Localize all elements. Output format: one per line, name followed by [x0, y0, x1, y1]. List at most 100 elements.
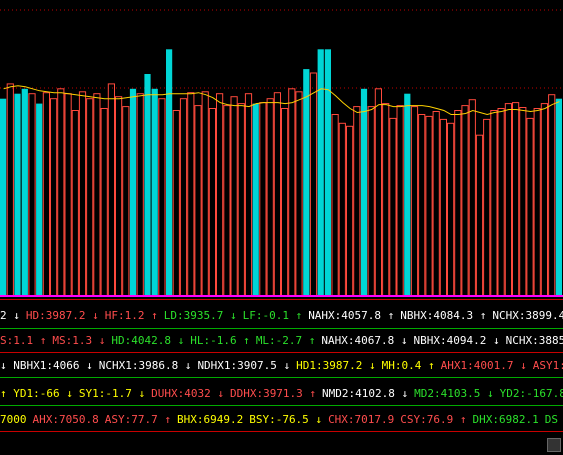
volume-bar	[107, 83, 116, 297]
volume-bar	[468, 99, 476, 297]
indicator-cell: BHX:6949.2	[176, 413, 244, 426]
volume-bar	[519, 107, 527, 297]
volume-bar	[136, 93, 144, 297]
volume-bar	[259, 102, 267, 297]
volume-bar	[548, 94, 556, 297]
indicator-cell: DS	[544, 413, 559, 426]
volume-bar	[93, 93, 101, 297]
indicator-cell: S:1.1 ↑	[0, 334, 47, 347]
volume-bar	[475, 134, 484, 297]
indicator-cell: DDHX:3971.3 ↑	[229, 387, 317, 400]
volume-bar	[158, 98, 166, 297]
volume-bar	[223, 105, 231, 297]
scroll-box[interactable]	[547, 438, 561, 452]
volume-bar	[382, 103, 390, 297]
volume-bar	[490, 110, 498, 297]
volume-bar	[166, 49, 173, 296]
volume-bar	[367, 106, 375, 297]
volume-bar	[172, 110, 180, 297]
indicator-cell: NCHX:3899.4 ↑	[492, 309, 563, 322]
volume-bar	[266, 98, 274, 297]
indicator-cell: NAHX:4057.8 ↑	[308, 309, 395, 322]
volume-bar	[410, 106, 419, 297]
indicator-cell: NCHX1:3986.8 ↓	[98, 359, 192, 372]
indicator-cell: SY1:-1.7 ↓	[78, 387, 146, 400]
indicator-cell: NBHX:4084.3 ↑	[400, 309, 487, 322]
volume-bar	[295, 91, 303, 297]
volume-bar	[281, 108, 289, 297]
indicator-cell: CSY:76.9 ↑	[400, 413, 467, 426]
volume-bar	[540, 103, 548, 297]
volume-bar	[100, 108, 108, 297]
indicator-cell: ASY1:0	[532, 359, 563, 372]
volume-chart[interactable]	[0, 0, 563, 300]
volume-bar	[28, 93, 36, 297]
volume-bar	[64, 93, 72, 297]
volume-bar	[439, 118, 447, 297]
volume-bar	[483, 118, 491, 297]
indicator-cell: HL:-1.6 ↑	[190, 334, 250, 347]
volume-bar	[404, 93, 411, 296]
volume-bar	[201, 91, 209, 297]
volume-bar	[194, 105, 202, 297]
separator	[0, 377, 563, 378]
volume-bar	[432, 111, 440, 297]
volume-bar	[497, 108, 505, 297]
volume-bar	[309, 72, 318, 297]
volume-bar	[273, 92, 281, 297]
indicator-cell: NCHX:3885.9	[505, 334, 563, 347]
volume-bar	[504, 103, 512, 297]
indicator-row-2: S:1.1 ↑ MS:1.3 ↓ HD:4042.8 ↓ HL:-1.6 ↑ ML:-2…	[0, 331, 563, 351]
volume-bar	[14, 93, 21, 296]
indicator-cell: HD1:3987.2 ↓	[296, 359, 376, 372]
volume-bar	[208, 108, 217, 297]
volume-bar	[389, 117, 397, 297]
volume-bar	[526, 117, 534, 297]
indicator-cell: ↓ NBHX1:4066 ↓	[0, 359, 93, 372]
volume-bar	[346, 125, 354, 297]
indicator-cell: CHX:7017.9	[328, 413, 395, 426]
volume-bar	[512, 102, 520, 297]
volume-bar	[418, 114, 426, 297]
volume-bar	[78, 91, 87, 297]
volume-bar	[324, 49, 331, 296]
volume-bar	[50, 98, 58, 297]
volume-bar	[21, 88, 28, 296]
indicator-row-4: ↑ YD1:-66 ↓ SY1:-1.7 ↓ DUHX:4032 ↓ DDHX:397…	[0, 384, 563, 404]
indicator-cell: ML:-2.7 ↑	[255, 334, 316, 347]
volume-bar	[461, 105, 469, 297]
chart-bars	[0, 49, 562, 297]
volume-bar	[338, 122, 346, 297]
indicator-cell: MH:0.4 ↑	[381, 359, 435, 372]
separator	[0, 352, 563, 353]
indicator-cell: NBHX:4094.2 ↓	[413, 334, 500, 347]
volume-bar	[288, 88, 296, 297]
volume-bar	[122, 106, 130, 297]
indicator-cell: LF:-0.1 ↑	[242, 309, 303, 322]
volume-bar	[0, 98, 7, 296]
volume-bar	[57, 88, 65, 297]
volume-bar	[396, 105, 404, 297]
volume-bar	[360, 88, 368, 296]
volume-bar	[533, 108, 541, 297]
indicator-cell: NDHX1:3907.5 ↓	[197, 359, 291, 372]
indicator-row-3: ↓ NBHX1:4066 ↓ NCHX1:3986.8 ↓ NDHX1:3907.5…	[0, 356, 563, 376]
volume-bar	[86, 98, 94, 297]
volume-bar	[317, 49, 324, 296]
separator	[0, 299, 563, 300]
volume-bar	[454, 110, 462, 297]
indicator-cell: BSY:-76.5 ↓	[249, 413, 323, 426]
indicator-row-1: 2 ↓ HD:3987.2 ↓ HF:1.2 ↑ LD:3935.7 ↓ LF:-0.1…	[0, 306, 563, 326]
indicator-cell: MS:1.3 ↓	[52, 334, 106, 347]
volume-bar	[144, 74, 151, 296]
volume-bar	[187, 92, 195, 297]
volume-bar	[447, 122, 455, 297]
indicator-cell: YD2:-167.8	[499, 387, 563, 400]
separator	[0, 328, 563, 329]
indicator-cell: DUHX:4032 ↓	[151, 387, 224, 400]
volume-bar	[374, 88, 382, 297]
volume-bar	[252, 103, 259, 296]
volume-bar	[36, 103, 43, 296]
indicator-cell: HD:4042.8 ↓	[111, 334, 185, 347]
indicator-cell: ASY:77.7 ↑	[104, 413, 171, 426]
